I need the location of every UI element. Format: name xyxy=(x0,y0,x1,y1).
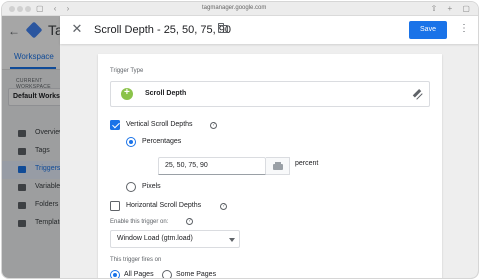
trigger-type-selector[interactable]: Scroll Depth xyxy=(110,81,430,107)
trigger-editor-panel: ✕ Scroll Depth - 25, 50, 75, 90 Save ⋮ T… xyxy=(60,16,478,278)
percentages-label: Percentages xyxy=(142,138,182,145)
trigger-configuration-card: Trigger Type Scroll Depth Vertical Scrol… xyxy=(98,54,442,278)
help-icon[interactable]: ? xyxy=(186,218,193,225)
close-window-icon[interactable] xyxy=(9,6,15,12)
chevron-down-icon xyxy=(229,238,235,242)
trigger-type-name: Scroll Depth xyxy=(145,90,187,97)
maximize-window-icon[interactable] xyxy=(25,6,31,12)
some-pages-label: Some Pages xyxy=(176,271,217,278)
percentages-input[interactable]: 25, 50, 75, 90 xyxy=(158,157,266,175)
pixels-label: Pixels xyxy=(142,183,161,190)
percentages-value: 25, 50, 75, 90 xyxy=(165,162,208,169)
close-icon[interactable]: ✕ xyxy=(70,22,84,36)
browser-actions-icons[interactable]: ⇧ + ▢ xyxy=(431,4,474,13)
some-pages-radio[interactable] xyxy=(162,270,172,278)
browser-window: ▢ ‹ › tagmanager.google.com ⇧ + ▢ ← Tag … xyxy=(1,1,479,279)
edit-pencil-icon[interactable] xyxy=(411,88,423,100)
all-pages-radio[interactable] xyxy=(110,270,120,278)
percent-unit-label: percent xyxy=(295,160,319,167)
horizontal-scroll-checkbox[interactable] xyxy=(110,201,120,211)
scroll-depth-icon xyxy=(121,87,133,100)
minimize-window-icon[interactable] xyxy=(17,6,23,12)
vertical-scroll-checkbox[interactable] xyxy=(110,120,120,130)
all-pages-label: All Pages xyxy=(124,271,154,278)
address-bar[interactable]: tagmanager.google.com xyxy=(202,5,266,11)
variable-picker-button[interactable] xyxy=(266,157,290,175)
panel-header: ✕ Scroll Depth - 25, 50, 75, 90 Save ⋮ xyxy=(60,16,478,44)
save-button[interactable]: Save xyxy=(409,21,447,39)
help-icon[interactable]: ? xyxy=(210,122,217,129)
enable-trigger-label: Enable this trigger on: xyxy=(110,219,169,225)
browser-nav-icons[interactable]: ▢ ‹ › xyxy=(36,4,73,13)
vertical-scroll-label: Vertical Scroll Depths xyxy=(126,121,193,128)
fires-on-label: This trigger fires on xyxy=(110,257,162,263)
enable-trigger-value: Window Load (gtm.load) xyxy=(117,235,193,242)
horizontal-scroll-label: Horizontal Scroll Depths xyxy=(126,202,202,209)
trigger-type-label: Trigger Type xyxy=(110,68,144,74)
pixels-radio[interactable] xyxy=(126,182,136,192)
help-icon[interactable]: ? xyxy=(220,203,227,210)
trigger-name-title[interactable]: Scroll Depth - 25, 50, 75, 90 xyxy=(94,24,231,36)
percentages-radio[interactable] xyxy=(126,137,136,147)
browser-titlebar: ▢ ‹ › tagmanager.google.com ⇧ + ▢ xyxy=(2,2,478,16)
more-options-icon[interactable]: ⋮ xyxy=(459,22,469,36)
enable-trigger-select[interactable]: Window Load (gtm.load) xyxy=(110,230,240,248)
folder-icon[interactable] xyxy=(218,23,228,33)
variable-picker-icon xyxy=(273,162,283,170)
